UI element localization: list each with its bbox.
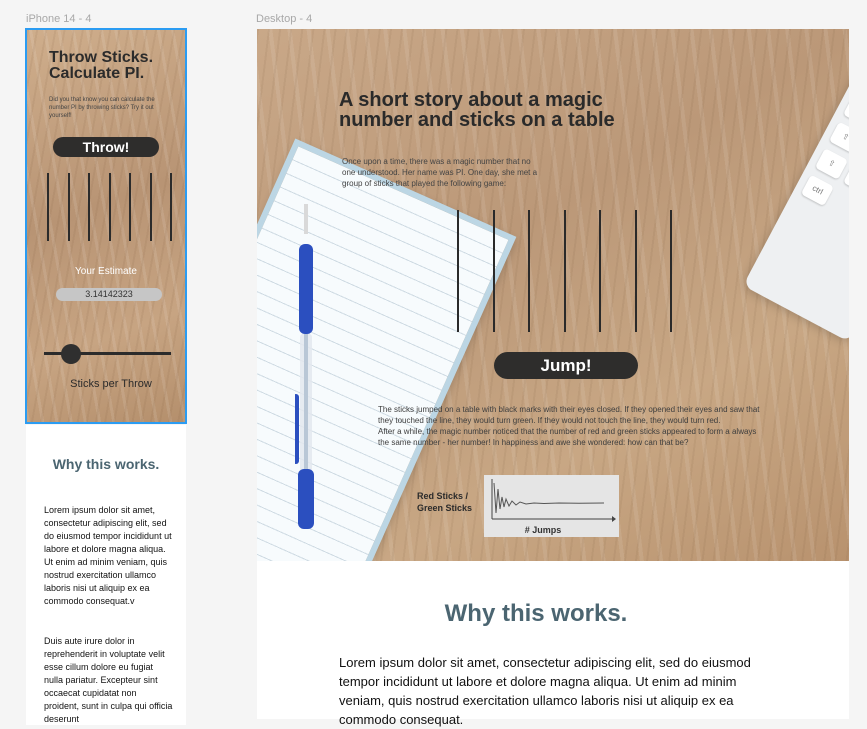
- stick-line: [88, 173, 90, 241]
- desktop-lorem-paragraph: Lorem ipsum dolor sit amet, consectetur …: [339, 655, 751, 727]
- phone-lorem-paragraph-2: Duis aute irure dolor in reprehenderit i…: [44, 636, 173, 724]
- iphone-frame[interactable]: Throw Sticks. Calculate PI. Did you that…: [25, 28, 187, 424]
- stick-line: [170, 173, 172, 241]
- stick-line: [108, 173, 111, 241]
- chart-x-label: # Jumps: [524, 525, 562, 535]
- estimate-label: Your Estimate: [75, 266, 137, 277]
- slider-label: Sticks per Throw: [70, 378, 152, 390]
- frame-label-iphone[interactable]: iPhone 14 - 4: [26, 13, 91, 25]
- desktop-stick-grid: [457, 210, 687, 335]
- keyboard-image: ← → ⇧ ⇧ ctrl: [742, 56, 849, 342]
- stick-line: [528, 210, 530, 332]
- pen-image: [295, 204, 314, 529]
- story-title: A short story about a magic number and s…: [339, 89, 615, 131]
- phone-why-section: Why this works. Lorem ipsum dolor sit am…: [26, 425, 186, 725]
- phone-intro-text: Did you that know you can calculate the …: [49, 97, 155, 119]
- desktop-why-heading: Why this works.: [444, 600, 628, 627]
- desktop-why-section: Why this works. Lorem ipsum dolor sit am…: [257, 561, 849, 727]
- stick-line: [457, 210, 459, 332]
- sticks-slider-thumb[interactable]: [61, 344, 82, 364]
- story-intro: Once upon a time, there was a magic numb…: [342, 157, 538, 188]
- frame-label-desktop[interactable]: Desktop - 4: [256, 13, 312, 25]
- stick-line: [129, 173, 131, 241]
- jump-button[interactable]: Jump!: [494, 352, 638, 379]
- story-body: The sticks jumped on a table with black …: [378, 405, 760, 447]
- phone-why-heading: Why this works.: [52, 456, 160, 472]
- desktop-frame[interactable]: ← → ⇧ ⇧ ctrl A short story about a magic…: [257, 29, 849, 561]
- stick-line: [67, 173, 70, 241]
- chart-y-label: Red Sticks / Green Sticks: [417, 491, 473, 513]
- stick-line: [634, 210, 637, 332]
- phone-lorem-paragraph-1: Lorem ipsum dolor sit amet, consectetur …: [44, 505, 172, 606]
- throw-button[interactable]: Throw!: [53, 137, 159, 157]
- stick-line: [492, 210, 495, 332]
- stick-line: [599, 210, 601, 332]
- stick-line: [563, 210, 566, 332]
- stick-line: [47, 173, 49, 241]
- phone-title: Throw Sticks. Calculate PI.: [49, 49, 154, 82]
- convergence-chart: # Jumps: [484, 475, 619, 537]
- estimate-value: 3.14142323: [56, 288, 162, 301]
- stick-line: [149, 173, 152, 241]
- phone-stick-grid: [47, 173, 177, 243]
- stick-line: [670, 210, 672, 332]
